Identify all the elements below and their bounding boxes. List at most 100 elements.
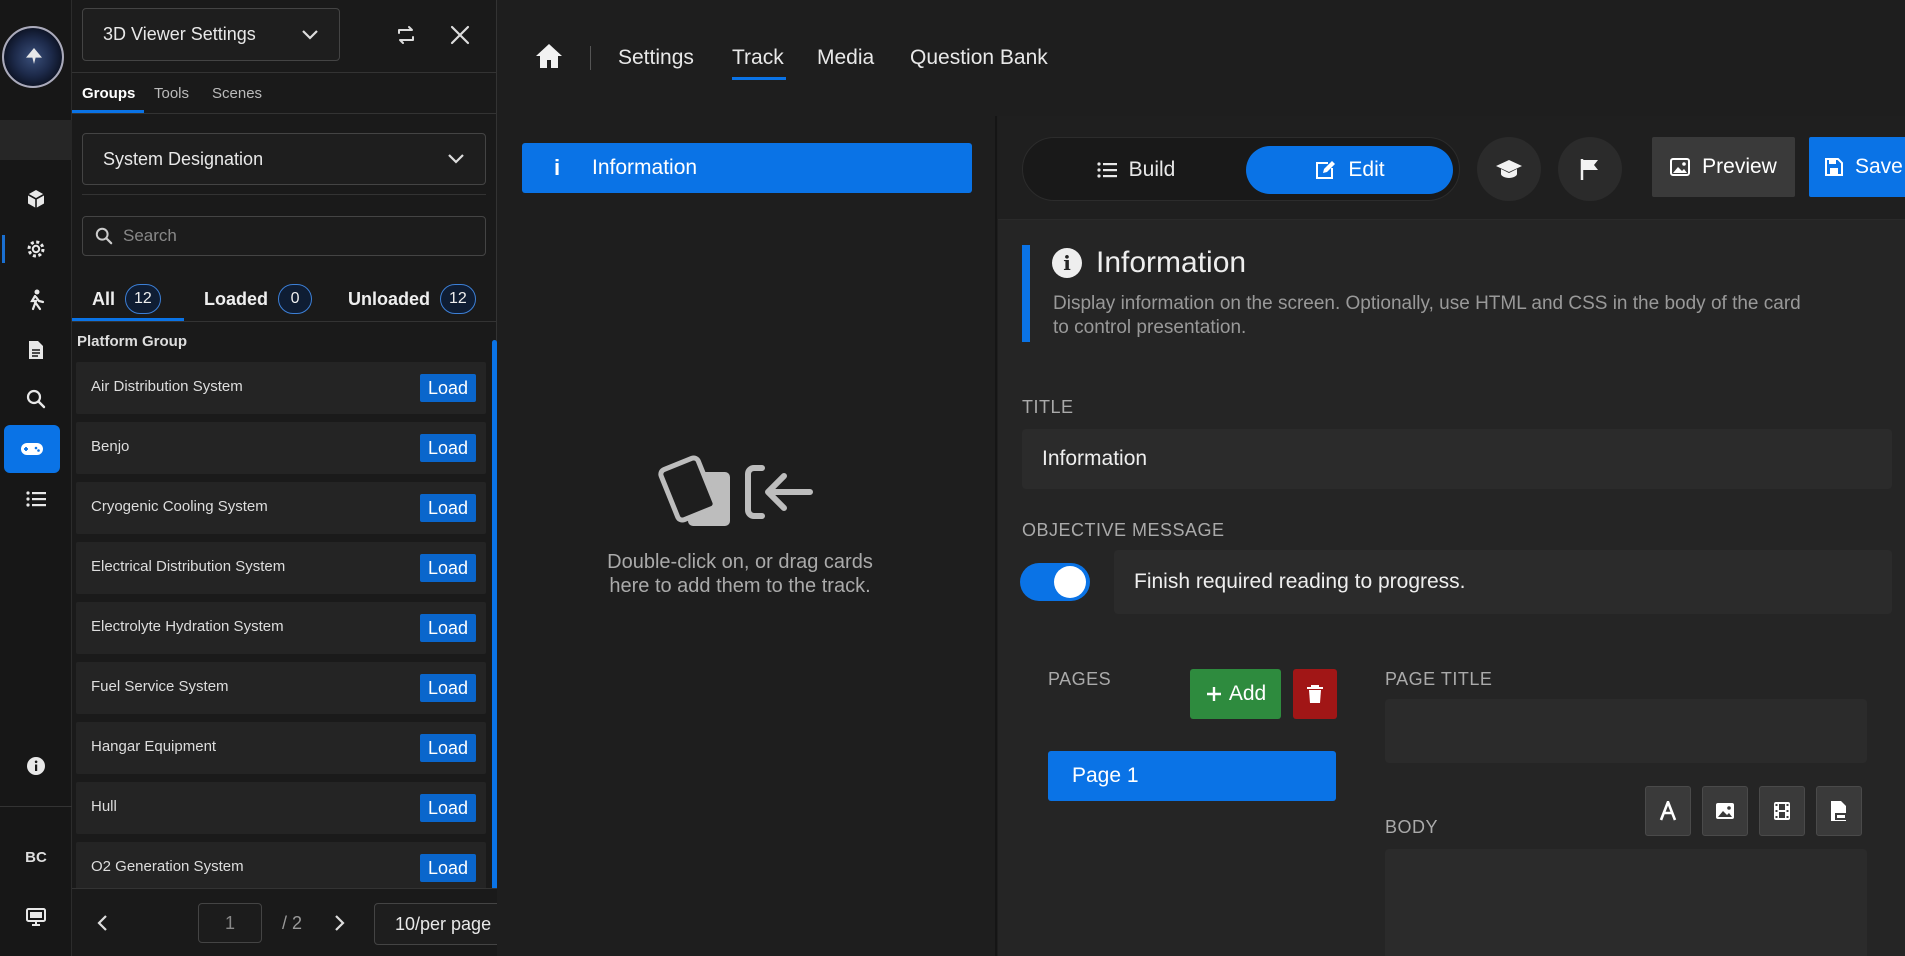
count-badge: 12 (125, 284, 161, 314)
chevron-right-icon[interactable] (328, 911, 352, 935)
flag-icon (1580, 159, 1598, 180)
drop-zone-illustration (610, 450, 870, 535)
filter-loaded[interactable]: Loaded 0 (204, 278, 313, 320)
walking-person-icon[interactable] (0, 280, 72, 320)
avatar[interactable]: BC (0, 837, 72, 877)
info-icon: i (553, 155, 561, 180)
group-search[interactable] (82, 216, 486, 256)
page-title-label: PAGE TITLE (1385, 669, 1493, 689)
viewer-settings-title: 3D Viewer Settings (103, 24, 256, 44)
home-icon[interactable] (534, 42, 564, 75)
build-button[interactable]: Build (1031, 146, 1241, 194)
tab-scenes[interactable]: Scenes (212, 85, 262, 102)
mode-switch: Build Edit (1022, 137, 1460, 201)
item-name: Electrolyte Hydration System (91, 618, 284, 635)
delete-page-button[interactable] (1293, 669, 1337, 719)
chevron-down-icon (448, 154, 464, 164)
plus-icon (1206, 687, 1221, 701)
tab-settings[interactable]: Settings (618, 46, 694, 70)
gear-icon[interactable] (0, 229, 72, 269)
document-icon[interactable] (0, 330, 72, 370)
viewer-settings-select[interactable]: 3D Viewer Settings (82, 8, 340, 61)
search-input[interactable] (123, 226, 453, 246)
designation-dropdown[interactable]: System Designation (82, 133, 486, 185)
active-nav-underline (732, 77, 786, 80)
page-number-input[interactable]: 1 (198, 903, 262, 943)
icon-rail: BC (0, 0, 72, 956)
load-button[interactable]: Load (419, 554, 476, 582)
list-icon[interactable] (0, 479, 72, 519)
item-name: Benjo (91, 438, 130, 455)
card-type-name: Information (1096, 246, 1247, 279)
page-list-item[interactable]: Page 1 (1048, 751, 1336, 801)
objective-value: Finish required reading to progress. (1134, 570, 1466, 593)
objective-toggle[interactable] (1020, 563, 1090, 601)
panel-tabs: Groups Tools Scenes (72, 72, 497, 114)
track-card-information[interactable]: i Information (522, 143, 972, 193)
edit-button[interactable]: Edit (1246, 146, 1453, 194)
edit-icon (1316, 161, 1336, 179)
insert-image-icon[interactable] (1702, 786, 1748, 836)
text-format-icon[interactable] (1645, 786, 1691, 836)
insert-pdf-icon[interactable] (1816, 786, 1862, 836)
title-label: TITLE (1022, 397, 1074, 417)
list-icon (1097, 162, 1117, 178)
body-editor[interactable] (1385, 849, 1867, 956)
save-button[interactable]: Save (1809, 137, 1905, 197)
refresh-icon[interactable] (391, 20, 421, 50)
preview-label: Preview (1702, 155, 1777, 178)
group-heading: Platform Group (77, 333, 188, 350)
search-icon[interactable] (0, 379, 72, 419)
tab-groups[interactable]: Groups (82, 85, 135, 102)
list-item: Electrical Distribution System Load (76, 542, 486, 602)
divider (72, 321, 497, 322)
top-nav (497, 0, 1905, 116)
load-button[interactable]: Load (419, 494, 476, 522)
tab-media[interactable]: Media (817, 46, 874, 70)
pages-label: PAGES (1048, 669, 1112, 689)
page-title-input[interactable] (1385, 699, 1867, 763)
insert-video-icon[interactable] (1759, 786, 1805, 836)
track-column (497, 116, 997, 956)
list-item: Fuel Service System Load (76, 662, 486, 722)
group-list: Air Distribution System Load Benjo Load Cr… (76, 362, 486, 902)
drop-zone-hint: Double-click on, or drag cards here to a… (607, 551, 873, 597)
gamepad-icon[interactable] (4, 425, 60, 473)
cards-drag-in-icon (658, 455, 813, 526)
close-icon[interactable] (445, 20, 475, 50)
load-button[interactable]: Load (419, 674, 476, 702)
card-type-title: i Information (1052, 246, 1246, 280)
list-item: Electrolyte Hydration System Load (76, 602, 486, 662)
load-button[interactable]: Load (419, 794, 476, 822)
preview-button[interactable]: Preview (1652, 137, 1795, 197)
tab-tools[interactable]: Tools (154, 85, 189, 102)
flag-button[interactable] (1558, 137, 1622, 201)
divider (82, 194, 486, 195)
info-icon[interactable] (0, 746, 72, 786)
load-button[interactable]: Load (419, 614, 476, 642)
load-button[interactable]: Load (419, 434, 476, 462)
load-button[interactable]: Load (419, 854, 476, 882)
item-name: Hangar Equipment (91, 738, 217, 755)
load-button[interactable]: Load (419, 734, 476, 762)
graduation-cap-button[interactable] (1477, 137, 1541, 201)
designation-value: System Designation (103, 148, 264, 169)
pagination: 1 / 2 10/per page (72, 888, 547, 956)
filter-unloaded[interactable]: Unloaded 12 (348, 278, 476, 320)
list-item: Hangar Equipment Load (76, 722, 486, 782)
chevron-left-icon[interactable] (90, 911, 114, 935)
load-button[interactable]: Load (419, 374, 476, 402)
item-name: Hull (91, 798, 117, 815)
add-page-button[interactable]: Add (1190, 669, 1281, 719)
cube-icon[interactable] (0, 179, 72, 219)
active-tab-underline (72, 110, 144, 113)
objective-input[interactable]: Finish required reading to progress. (1114, 550, 1892, 614)
description-accent-bar (1022, 245, 1030, 342)
tab-track[interactable]: Track (732, 46, 784, 70)
monitor-icon[interactable] (0, 897, 72, 937)
title-value: Information (1042, 447, 1148, 470)
list-item: Air Distribution System Load (76, 362, 486, 422)
filter-all[interactable]: All 12 (92, 278, 161, 320)
title-input[interactable]: Information (1022, 429, 1892, 489)
tab-question-bank[interactable]: Question Bank (910, 46, 1048, 70)
